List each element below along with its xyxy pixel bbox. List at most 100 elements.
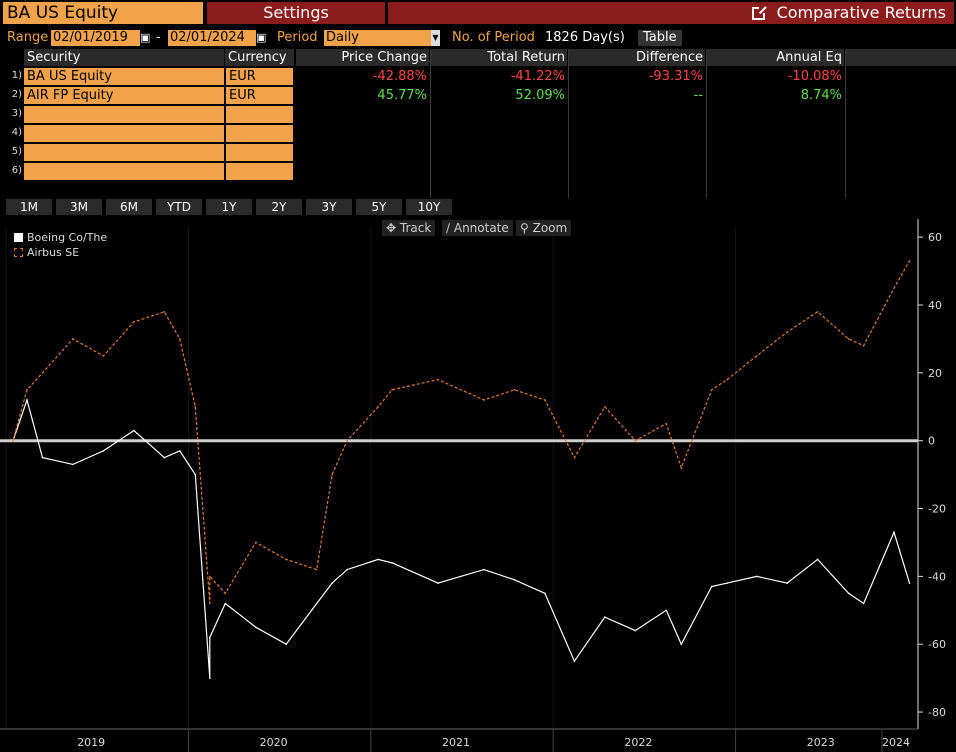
column-divider	[845, 49, 846, 198]
security-cell[interactable]	[24, 125, 224, 142]
airbus-point	[254, 541, 257, 544]
airbus-point	[391, 389, 393, 391]
external-link-icon[interactable]	[751, 5, 767, 20]
currency-cell[interactable]	[226, 144, 293, 161]
security-cell[interactable]: AIR FP Equity	[24, 87, 224, 104]
x-tick-label: 2021	[442, 736, 470, 749]
period-button-2y[interactable]: 2Y	[256, 199, 302, 215]
annotate-tool[interactable]: ∕ Annotate	[442, 220, 513, 236]
calendar-icon[interactable]: ▣	[140, 30, 150, 46]
airbus-point	[755, 355, 758, 357]
boeing-point	[208, 636, 211, 639]
settings-tab[interactable]: Settings	[207, 2, 385, 24]
comparative-returns-chart[interactable]: 60 40 20 0 -20 -40 -60 -80 2019 2020 2021 2022 2023 2…	[0, 219, 956, 752]
security-cell[interactable]	[24, 144, 224, 161]
legend-label-airbus: Airbus SE	[27, 246, 80, 259]
boeing-point	[133, 429, 135, 432]
start-date-field[interactable]: 02/01/2019	[51, 30, 140, 46]
boeing-point	[726, 582, 729, 584]
num-period-label: No. of Period	[452, 30, 535, 45]
track-tool[interactable]: ✥ Track	[382, 220, 436, 236]
zoom-tool[interactable]: ⚲ Zoom	[516, 220, 572, 236]
period-button-6m[interactable]: 6M	[106, 199, 152, 215]
boeing-point	[847, 592, 850, 595]
period-button-5y[interactable]: 5Y	[356, 199, 402, 215]
boeing-point	[816, 558, 819, 561]
legend-item-boeing[interactable]: Boeing Co/The	[10, 228, 116, 244]
airbus-point	[12, 439, 14, 442]
security-field[interactable]: BA US Equity	[3, 2, 203, 24]
table-button[interactable]: Table	[638, 30, 682, 46]
x-tick-label: 2019	[77, 736, 105, 749]
boeing-point	[437, 582, 439, 584]
airbus-point	[544, 399, 546, 401]
airbus-point	[726, 378, 729, 381]
airbus-point	[285, 558, 287, 561]
annual-eq-value: 8.74%	[800, 88, 842, 103]
security-cell[interactable]	[24, 163, 224, 180]
boeing-point	[163, 456, 166, 459]
period-button-10y[interactable]: 10Y	[406, 199, 452, 215]
x-tick-label: 2020	[260, 736, 288, 749]
magnifier-icon: ⚲	[520, 221, 533, 235]
currency-cell[interactable]	[226, 163, 293, 180]
airbus-point	[208, 602, 211, 605]
row-number: 1)	[11, 70, 22, 81]
airbus-point	[377, 405, 379, 408]
period-select[interactable]: Daily	[324, 30, 433, 46]
boeing-point	[285, 643, 287, 646]
period-button-1y[interactable]: 1Y	[206, 199, 252, 215]
period-button-ytd[interactable]: YTD	[156, 199, 202, 215]
legend-swatch-orange	[14, 248, 23, 257]
period-button-1m[interactable]: 1M	[6, 199, 52, 215]
boeing-point	[513, 578, 516, 581]
x-tick-label: 2024	[882, 736, 910, 749]
boeing-point	[908, 582, 911, 584]
airbus-point	[573, 456, 576, 459]
period-button-3m[interactable]: 3M	[56, 199, 102, 215]
col-header-annual-eq: Annual Eq	[707, 49, 844, 66]
airbus-point	[179, 338, 181, 340]
annual-eq-value: -10.08%	[787, 69, 842, 84]
airbus-point	[786, 331, 788, 333]
airbus-point	[315, 568, 318, 571]
airbus-point	[194, 405, 197, 408]
end-date-field[interactable]: 02/01/2024	[168, 30, 256, 46]
boeing-point	[634, 629, 637, 632]
function-title-label: Comparative Returns	[776, 3, 946, 22]
airbus-point	[346, 439, 348, 442]
difference-value: -93.31%	[648, 69, 703, 84]
x-tick-label: 2023	[807, 736, 835, 749]
y-tick-label: 20	[928, 367, 942, 380]
airbus-point	[483, 399, 485, 401]
period-label: Period	[277, 30, 318, 45]
currency-cell[interactable]: EUR	[226, 87, 293, 104]
airbus-point	[908, 260, 911, 262]
chevron-down-icon[interactable]: ▼	[431, 30, 440, 46]
col-header-security: Security	[24, 49, 224, 66]
currency-cell[interactable]	[226, 106, 293, 123]
boeing-point	[391, 561, 393, 564]
currency-cell[interactable]	[226, 125, 293, 142]
boeing-point	[862, 602, 865, 605]
boeing-point	[483, 568, 485, 571]
crosshair-icon: ✥	[386, 221, 400, 235]
calendar-icon[interactable]: ▣	[256, 30, 266, 46]
row-number: 5)	[11, 146, 22, 157]
col-header-price-change: Price Change	[296, 49, 429, 66]
row-number: 6)	[11, 165, 22, 176]
function-title[interactable]: Comparative Returns	[751, 2, 946, 24]
boeing-point	[604, 616, 606, 618]
col-header-blank	[846, 49, 956, 66]
y-tick-label: 60	[928, 231, 942, 244]
period-button-3y[interactable]: 3Y	[306, 199, 352, 215]
y-tick-label: 40	[928, 299, 942, 312]
boeing-point	[346, 568, 348, 571]
currency-cell[interactable]: EUR	[226, 68, 293, 85]
y-tick-label: -80	[928, 706, 946, 719]
legend-item-airbus[interactable]: Airbus SE	[10, 244, 116, 259]
track-label: Track	[399, 221, 432, 235]
security-cell[interactable]: BA US Equity	[24, 68, 224, 85]
security-cell[interactable]	[24, 106, 224, 123]
airbus-point	[604, 405, 606, 408]
